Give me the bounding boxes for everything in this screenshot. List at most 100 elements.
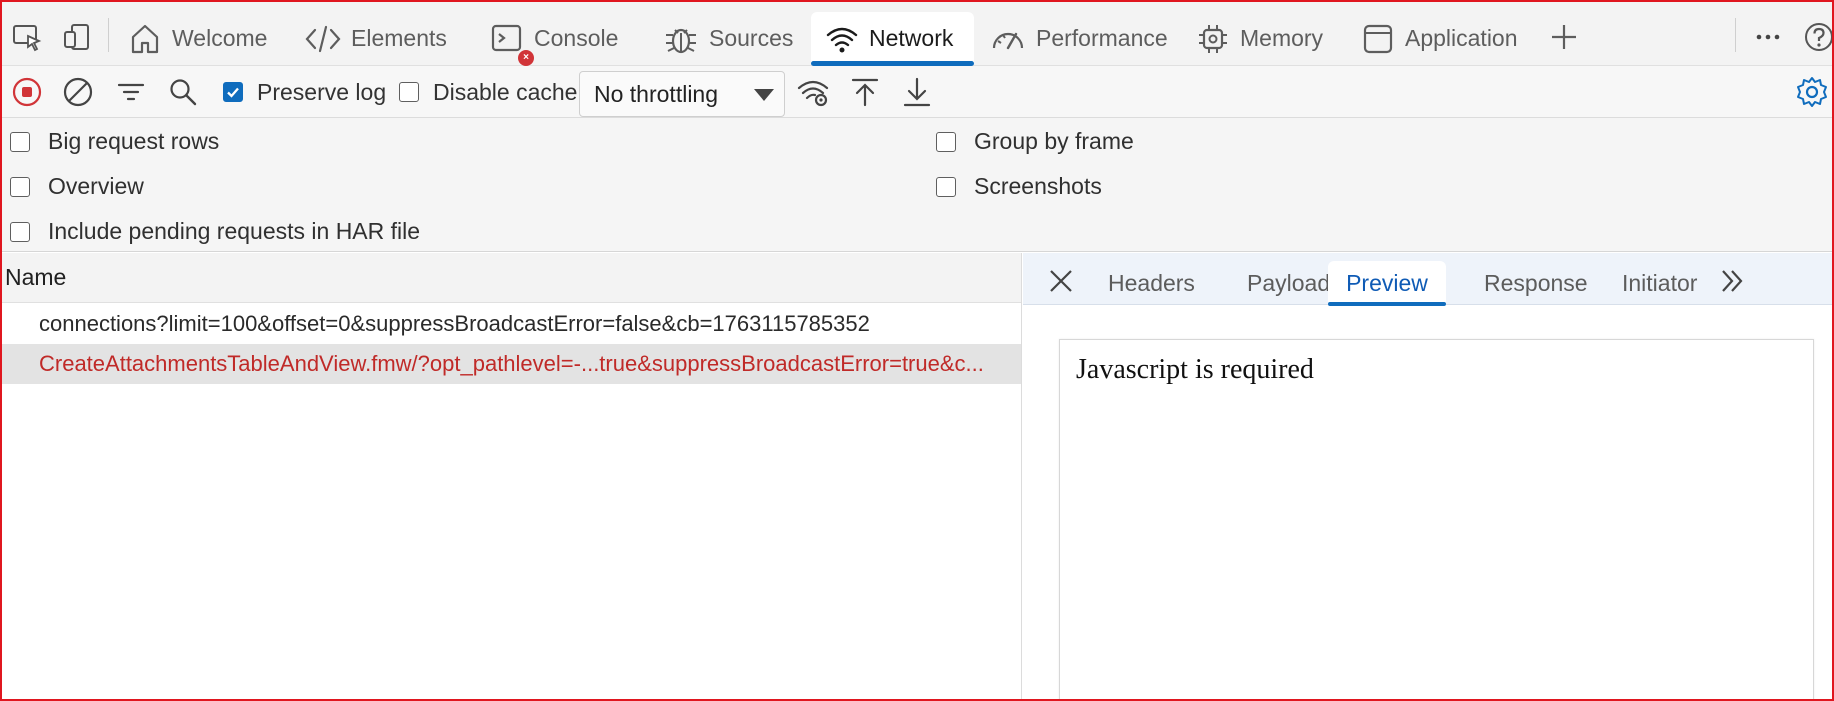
- network-settings-panel: Big request rows Group by frame Overview…: [2, 118, 1832, 252]
- name-column-header[interactable]: Name: [2, 253, 1021, 303]
- inspect-element-icon[interactable]: [10, 20, 44, 54]
- chevron-down-icon: [754, 89, 774, 101]
- device-emulation-icon[interactable]: [60, 20, 94, 54]
- bug-icon: [666, 28, 696, 53]
- import-har-button[interactable]: [850, 74, 880, 110]
- tab-preview[interactable]: Preview: [1328, 261, 1446, 306]
- add-tab-icon[interactable]: [1547, 20, 1581, 54]
- close-detail-button[interactable]: [1045, 265, 1077, 297]
- request-row[interactable]: connections?limit=100&offset=0&suppressB…: [2, 304, 1021, 344]
- console-icon: ×: [490, 22, 534, 66]
- tab-memory[interactable]: Memory: [1182, 12, 1337, 65]
- tab-network-label: Network: [869, 25, 954, 51]
- group-by-frame-check[interactable]: [936, 131, 956, 152]
- preserve-log-checkbox[interactable]: Preserve log: [223, 74, 386, 110]
- close-icon: [1050, 270, 1072, 292]
- throttling-select[interactable]: No throttling: [579, 71, 785, 117]
- big-request-rows-option[interactable]: Big request rows: [10, 128, 219, 155]
- network-conditions-button[interactable]: [797, 74, 831, 110]
- overview-check[interactable]: [10, 176, 30, 197]
- detail-tab-bar: Headers Payload Preview Response Initiat…: [1023, 253, 1832, 306]
- overview-option[interactable]: Overview: [10, 173, 144, 200]
- disable-cache-checkbox[interactable]: Disable cache: [399, 74, 577, 110]
- request-row-selected[interactable]: CreateAttachmentsTableAndView.fmw/?opt_p…: [2, 344, 1021, 384]
- tab-initiator[interactable]: Initiator: [1603, 261, 1716, 305]
- tab-headers[interactable]: Headers: [1089, 261, 1214, 305]
- record-button[interactable]: [11, 74, 43, 110]
- group-by-frame-option[interactable]: Group by frame: [936, 128, 1134, 155]
- download-icon: [903, 77, 931, 107]
- big-request-rows-label: Big request rows: [48, 128, 220, 154]
- console-error-badge: ×: [518, 49, 534, 66]
- toolbar-divider: [108, 18, 109, 52]
- tab-application[interactable]: Application: [1347, 12, 1532, 65]
- tab-response-label: Response: [1484, 269, 1588, 296]
- checkmark-icon: [227, 87, 239, 98]
- search-icon: [170, 79, 197, 106]
- tab-headers-label: Headers: [1108, 269, 1195, 296]
- clear-icon: [63, 77, 93, 107]
- tab-performance-label: Performance: [1036, 25, 1168, 51]
- screenshots-option[interactable]: Screenshots: [936, 173, 1102, 200]
- code-brackets-icon: [305, 25, 341, 52]
- disable-cache-check[interactable]: [399, 82, 419, 102]
- tab-welcome[interactable]: Welcome: [114, 12, 281, 65]
- home-icon: [131, 24, 159, 53]
- request-name: CreateAttachmentsTableAndView.fmw/?opt_p…: [39, 351, 984, 376]
- big-request-rows-check[interactable]: [10, 131, 30, 152]
- throttling-value: No throttling: [594, 80, 719, 107]
- export-har-button[interactable]: [902, 74, 932, 110]
- gauge-icon: [992, 32, 1024, 49]
- preview-message: Javascript is required: [1076, 354, 1314, 385]
- network-settings-button[interactable]: [1795, 74, 1829, 110]
- stop-recording-icon: [12, 77, 42, 107]
- tab-memory-label: Memory: [1240, 25, 1324, 51]
- tab-initiator-label: Initiator: [1622, 269, 1698, 296]
- screenshots-label: Screenshots: [974, 173, 1102, 199]
- request-list: Name connections?limit=100&offset=0&supp…: [2, 253, 1022, 699]
- devtools-window: Welcome Elements × Console Sources Netwo…: [0, 0, 1834, 701]
- more-tabs-button[interactable]: [1718, 267, 1748, 295]
- toolbar-divider: [1735, 18, 1736, 52]
- disable-cache-label: Disable cache: [433, 78, 578, 105]
- gear-icon: [1797, 77, 1827, 107]
- name-column-label: Name: [5, 264, 67, 290]
- tab-welcome-label: Welcome: [172, 25, 268, 51]
- tab-preview-label: Preview: [1346, 269, 1428, 296]
- include-pending-check[interactable]: [10, 221, 30, 242]
- help-icon[interactable]: [1802, 20, 1832, 54]
- filter-icon: [117, 83, 145, 101]
- tab-performance[interactable]: Performance: [976, 12, 1182, 65]
- include-pending-option[interactable]: Include pending requests in HAR file: [10, 218, 420, 245]
- upload-icon: [851, 78, 879, 107]
- filter-button[interactable]: [116, 74, 146, 110]
- overview-label: Overview: [48, 173, 144, 199]
- chip-icon: [1199, 24, 1227, 53]
- preserve-log-label: Preserve log: [257, 78, 387, 105]
- application-icon: [1363, 24, 1393, 53]
- tab-sources-label: Sources: [709, 25, 794, 51]
- screenshots-check[interactable]: [936, 176, 956, 197]
- tab-console-label: Console: [534, 25, 619, 51]
- request-detail-pane: Headers Payload Preview Response Initiat…: [1023, 253, 1832, 699]
- tab-network[interactable]: Network: [811, 12, 974, 66]
- request-name: connections?limit=100&offset=0&suppressB…: [39, 311, 870, 336]
- tab-console[interactable]: × Console: [476, 12, 632, 66]
- tab-response[interactable]: Response: [1465, 261, 1607, 305]
- tab-sources[interactable]: Sources: [649, 12, 807, 65]
- preview-frame: Javascript is required: [1059, 339, 1814, 699]
- tab-payload-label: Payload: [1247, 269, 1331, 296]
- more-options-icon[interactable]: [1751, 20, 1785, 54]
- wifi-icon: [826, 27, 858, 52]
- include-pending-label: Include pending requests in HAR file: [48, 218, 421, 244]
- tab-elements[interactable]: Elements: [291, 12, 461, 65]
- clear-button[interactable]: [62, 74, 94, 110]
- search-button[interactable]: [168, 74, 198, 110]
- network-toolbar: Preserve log Disable cache No throttling: [2, 66, 1832, 118]
- chevron-double-right-icon: [1722, 270, 1743, 292]
- devtools-tab-bar: Welcome Elements × Console Sources Netwo…: [2, 2, 1832, 66]
- tab-application-label: Application: [1405, 25, 1518, 51]
- tab-elements-label: Elements: [351, 25, 447, 51]
- wifi-settings-icon: [797, 80, 829, 107]
- preserve-log-check[interactable]: [223, 82, 243, 102]
